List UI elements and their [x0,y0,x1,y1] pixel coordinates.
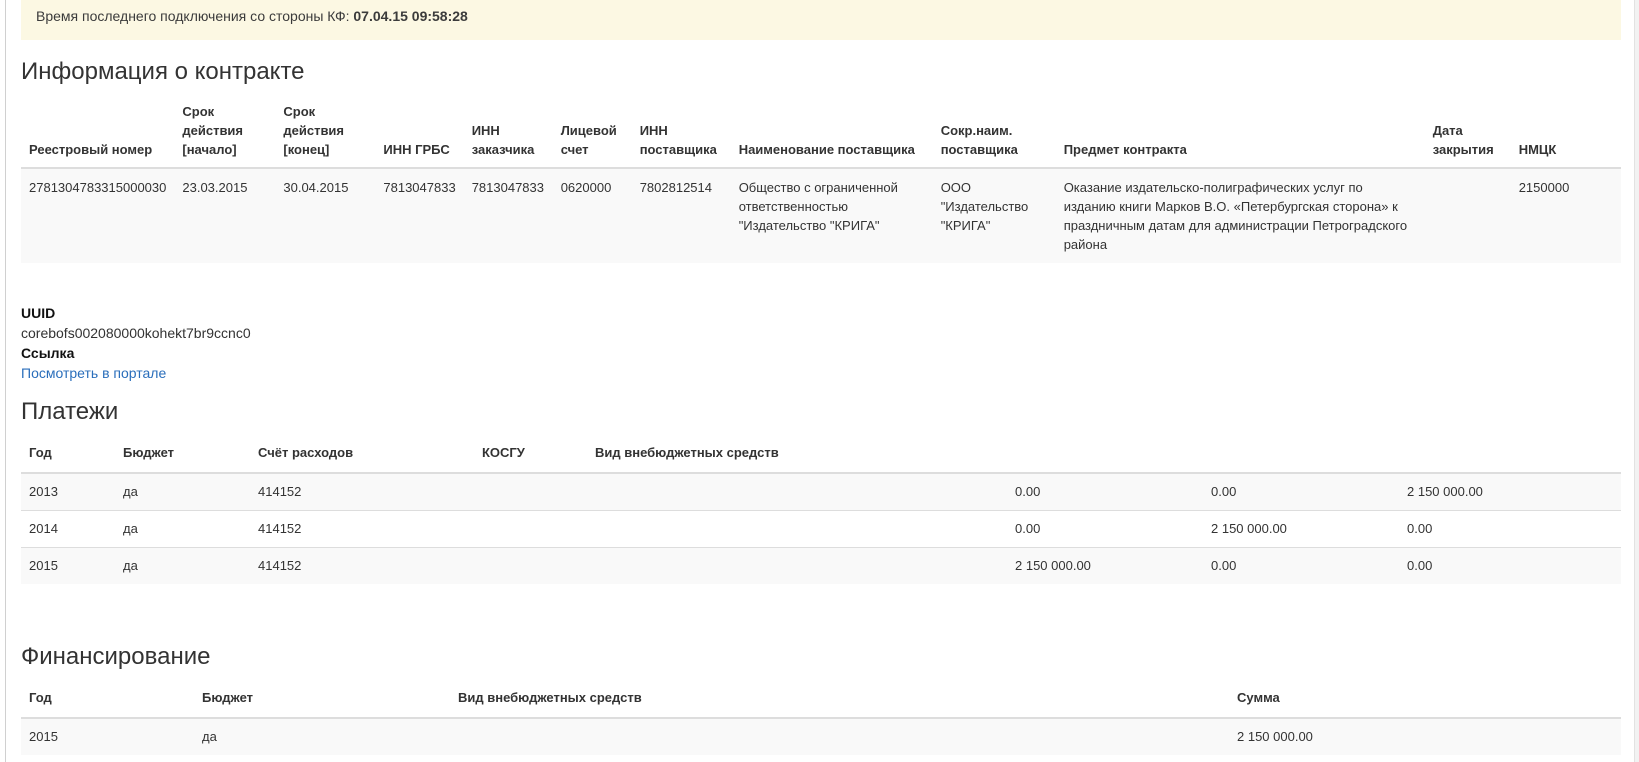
end-date-cell: 30.04.2015 [283,180,349,195]
page-content: Время последнего подключения со стороны … [21,0,1621,755]
col-account: Лицевой счет [552,96,632,169]
pay-year: 2013 [29,484,58,499]
pay-year: 2015 [21,547,115,584]
start-date-cell: 23.03.2015 [182,180,248,195]
supplier-name-cell: Общество с ограниченной ответственностью… [738,180,898,233]
pay-vid [587,510,1007,548]
fin-year: 2015 [29,729,58,744]
pay-amount-2: 2 150 000.00 [1203,510,1399,548]
pay-amount-1: 0.00 [1015,484,1041,499]
contract-row: 2781304783315000030 23.03.2015 30.04.201… [21,168,1621,263]
pay-col-vid: Вид внебюджетных средств [587,433,1007,474]
account-cell: 0620000 [560,180,612,195]
close-date-cell [1425,168,1511,263]
pay-kosgu [474,510,587,548]
reg-number-cell: 2781304783315000030 [29,180,167,195]
finance-table: Год Бюджет Вид внебюджетных средств Сумм… [21,678,1621,755]
finance-header: Год Бюджет Вид внебюджетных средств Сумм… [21,678,1621,719]
pay-amount-3: 0.00 [1399,510,1621,548]
fin-sum: 2 150 000.00 [1237,729,1313,744]
col-inn-grbs: ИНН ГРБС [375,96,464,169]
finance-row: 2015 да 2 150 000.00 [21,718,1621,755]
col-inn-supplier: ИНН поставщика [631,96,731,169]
fin-col-sum: Сумма [1229,678,1621,719]
uuid-value: corebofs002080000kohekt7br9ccnc0 [21,325,251,341]
col-start-date: Срок действия [начало] [174,96,276,169]
payments-title: Платежи [21,398,119,425]
fin-vid [450,718,1229,755]
pay-account: 414152 [250,547,474,584]
link-label: Ссылка [21,345,75,361]
pay-col-amount-2 [1203,433,1399,474]
supplier-short-cell: ООО "Издательство "КРИГА" [940,180,1029,233]
pay-col-amount-1 [1007,433,1203,474]
col-reg-number: Реестровый номер [21,96,175,169]
pay-vid [587,547,1007,584]
page-left-border [5,0,6,762]
pay-budget: да [115,547,250,584]
col-supplier-short: Сокр.наим. поставщика [932,96,1056,169]
pay-budget: да [123,484,138,499]
uuid-label: UUID [21,305,56,321]
pay-kosgu [474,547,587,584]
inn-grbs-cell: 7813047833 [383,180,456,195]
contract-table-header: Реестровый номер Срок действия [начало] … [21,96,1621,169]
pay-vid [587,473,1007,511]
inn-supplier-cell: 7802812514 [639,180,712,195]
pay-kosgu [474,473,587,511]
inn-customer-cell: 7813047833 [471,180,544,195]
col-subject: Предмет контракта [1055,96,1425,169]
last-connection-value: 07.04.15 09:58:28 [353,8,468,24]
pay-col-kosgu: КОСГУ [474,433,587,474]
col-close-date: Дата закрытия [1424,96,1511,169]
fin-col-vid: Вид внебюджетных средств [450,678,1229,719]
col-supplier-name: Наименование поставщика [730,96,933,169]
nmck-cell: 2150000 [1518,180,1570,195]
pay-amount-1: 0.00 [1007,510,1203,548]
col-nmck: НМЦК [1510,96,1621,169]
payment-row: 2014 да 414152 0.00 2 150 000.00 0.00 [21,510,1621,548]
payment-row: 2013 да 414152 0.00 0.00 2 150 000.00 [21,473,1621,511]
contract-meta: UUID corebofs002080000kohekt7br9ccnc0 Сс… [21,303,1621,383]
pay-year: 2014 [21,510,115,548]
subject-cell: Оказание издательско-полиграфических усл… [1063,180,1408,252]
pay-amount-2: 0.00 [1211,484,1237,499]
pay-account: 414152 [250,510,474,548]
payment-row: 2015 да 414152 2 150 000.00 0.00 0.00 [21,547,1621,584]
payments-header: Год Бюджет Счёт расходов КОСГУ Вид внебю… [21,433,1621,474]
pay-amount-1: 2 150 000.00 [1007,547,1203,584]
pay-amount-2: 0.00 [1203,547,1399,584]
payments-table: Год Бюджет Счёт расходов КОСГУ Вид внебю… [21,433,1621,584]
pay-account: 414152 [258,484,302,499]
pay-col-account: Счёт расходов [250,433,474,474]
pay-col-amount-3 [1399,433,1621,474]
col-inn-customer: ИНН заказчика [463,96,553,169]
scrollbar[interactable] [1634,0,1639,762]
pay-col-year: Год [21,433,115,474]
fin-col-year: Год [21,678,194,719]
last-connection-label: Время последнего подключения со стороны … [36,8,350,24]
pay-col-budget: Бюджет [115,433,250,474]
finance-title: Финансирование [21,643,211,670]
last-connection-alert: Время последнего подключения со стороны … [21,0,1621,40]
portal-link[interactable]: Посмотреть в портале [21,365,166,381]
col-end-date: Срок действия [конец] [275,96,376,169]
contract-info-title: Информация о контракте [21,58,305,85]
pay-amount-3: 0.00 [1399,547,1621,584]
pay-budget: да [115,510,250,548]
fin-col-budget: Бюджет [194,678,450,719]
pay-amount-3: 2 150 000.00 [1407,484,1483,499]
fin-budget: да [202,729,217,744]
contract-table: Реестровый номер Срок действия [начало] … [21,96,1621,263]
